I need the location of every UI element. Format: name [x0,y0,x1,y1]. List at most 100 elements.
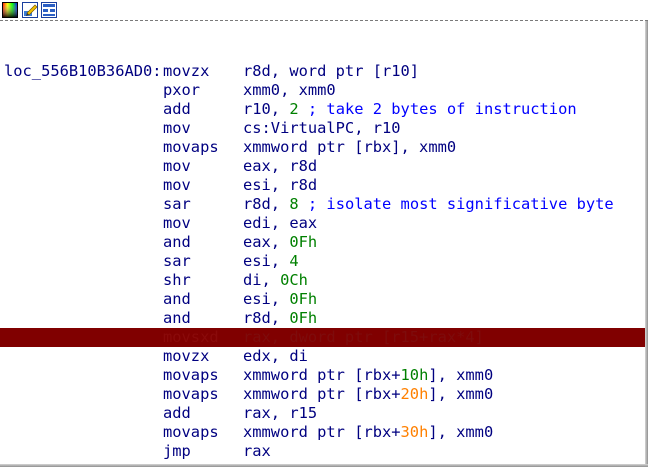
instruction-line[interactable]: movaps xmmword ptr [rbx+30h], xmm0 [0,423,645,442]
mnemonic[interactable]: add [163,404,191,423]
instruction-line[interactable]: and esi, 0Fh [0,290,645,309]
instruction-line[interactable]: mov esi, r8d [0,176,645,195]
operand-text: r8d, [243,309,290,327]
operands[interactable]: rax [243,442,271,461]
operands[interactable]: rax, r15 [243,404,317,423]
mnemonic[interactable]: movaps [163,385,219,404]
mnemonic[interactable]: movaps [163,138,219,157]
operand-text: r10, [243,100,290,118]
operand-text: edx, di [243,347,308,365]
immediate-value: 0Ch [280,271,308,289]
immediate-value: 0Fh [289,290,318,308]
operand-text: rax [243,442,271,460]
mnemonic[interactable]: and [163,309,191,328]
instruction-line[interactable]: jmp rax [0,442,645,461]
operands[interactable]: edi, eax [243,214,317,233]
operand-text: esi, [243,252,290,270]
instruction-line[interactable]: pxor xmm0, xmm0 [0,81,645,100]
mnemonic[interactable]: pxor [163,81,200,100]
instruction-line[interactable]: movzx r8d, word ptr [r10] [0,62,645,81]
operands[interactable]: xmm0, xmm0 [243,81,336,100]
instruction-line[interactable]: mov edi, eax [0,214,645,233]
instruction-line[interactable]: and eax, 0Fh [0,233,645,252]
immediate-value: 0Fh [289,233,318,251]
operands[interactable]: r8d, 8 ; isolate most significative byte [243,195,614,214]
instruction-line[interactable]: sar esi, 4 [0,252,645,271]
instruction-line[interactable]: mov cs:VirtualPC, r10 [0,119,645,138]
mnemonic[interactable]: add [163,100,191,119]
instruction-line[interactable]: shr di, 0Ch [0,271,645,290]
graph-overview-icon[interactable] [41,2,57,18]
operands[interactable]: r8d, word ptr [r10] [243,62,419,81]
operand-text: xmmword ptr [rbx+ [243,366,401,384]
operands[interactable]: rax, dword ptr [r15+rax*4] [243,328,484,347]
mnemonic[interactable]: and [163,290,191,309]
mnemonic[interactable]: shr [163,271,191,290]
operands[interactable]: cs:VirtualPC, r10 [243,119,401,138]
comment: ; isolate most significative byte [298,195,614,213]
instruction-line[interactable]: movaps xmmword ptr [rbx+20h], xmm0 [0,385,645,404]
operand-text: eax, [243,233,290,251]
operands[interactable]: r8d, 0Fh [243,309,317,328]
mnemonic[interactable]: and [163,233,191,252]
mnemonic[interactable]: movzx [163,62,209,81]
operand-text: esi, r8d [243,176,318,194]
instruction-line-highlighted[interactable]: movsxd rax, dword ptr [r15+rax*4] [0,328,645,347]
immediate-value: 20h [400,385,429,403]
operands[interactable]: esi, 0Fh [243,290,317,309]
mnemonic[interactable]: movzx [163,347,209,366]
operand-text: xmmword ptr [rbx+ [243,423,401,441]
operands[interactable]: di, 0Ch [243,271,308,290]
instruction-line[interactable]: movzx edx, di [0,347,645,366]
palette-icon[interactable] [2,2,18,18]
graph-node-titlebar [0,0,648,21]
operand-text: esi, [243,290,290,308]
operand-text: r8d, word ptr [r10] [243,62,420,80]
operands[interactable]: edx, di [243,347,308,366]
operands[interactable]: xmmword ptr [rbx+30h], xmm0 [243,423,493,442]
instruction-line[interactable]: movaps xmmword ptr [rbx+10h], xmm0 [0,366,645,385]
operands[interactable]: xmmword ptr [rbx], xmm0 [243,138,456,157]
operands[interactable]: eax, 0Fh [243,233,317,252]
operands[interactable]: esi, r8d [243,176,317,195]
immediate-value: 30h [400,423,429,441]
operand-text: r8d, [243,195,290,213]
operand-text: di, [243,271,281,289]
instruction-line[interactable]: movaps xmmword ptr [rbx], xmm0 [0,138,645,157]
immediate-value: 8 [289,195,299,213]
instruction-line[interactable]: mov eax, r8d [0,157,645,176]
operand-text: rax, r15 [243,404,318,422]
operands[interactable]: eax, r8d [243,157,317,176]
code-label-line[interactable]: loc_556B10B36AD0: [0,43,645,80]
mnemonic[interactable]: mov [163,119,191,138]
instruction-line[interactable]: add r10, 2 ; take 2 bytes of instruction [0,100,645,119]
operands[interactable]: r10, 2 ; take 2 bytes of instruction [243,100,577,119]
mnemonic[interactable]: jmp [163,442,191,461]
disassembly-listing[interactable]: loc_556B10B36AD0: movzx r8d, word ptr [r1… [0,21,645,464]
operand-text: cs:VirtualPC, r10 [243,119,401,137]
operand-text: ], xmm0 [428,423,494,441]
operand-text: ], xmm0 [428,385,494,403]
operand-text: xmmword ptr [rbx+ [243,385,401,403]
mnemonic[interactable]: sar [163,252,191,271]
instruction-line[interactable]: add rax, r15 [0,404,645,423]
edit-icon[interactable] [22,2,38,18]
immediate-value: 2 [289,100,299,118]
operand-text: xmm0, xmm0 [243,81,336,99]
mnemonic[interactable]: mov [163,176,191,195]
mnemonic[interactable]: sar [163,195,191,214]
operands[interactable]: xmmword ptr [rbx+20h], xmm0 [243,385,493,404]
operands[interactable]: xmmword ptr [rbx+10h], xmm0 [243,366,493,385]
mnemonic[interactable]: movaps [163,423,219,442]
comment: ; take 2 bytes of instruction [298,100,577,118]
operands[interactable]: esi, 4 [243,252,299,271]
instruction-line[interactable]: sar r8d, 8 ; isolate most significative b… [0,195,645,214]
mnemonic[interactable]: movaps [163,366,219,385]
mnemonic[interactable]: mov [163,157,191,176]
instruction-line[interactable]: and r8d, 0Fh [0,309,645,328]
operand-text: ], xmm0 [428,366,494,384]
mnemonic[interactable]: movsxd [163,328,219,347]
mnemonic[interactable]: mov [163,214,191,233]
immediate-value: 0Fh [289,309,318,327]
operand-text: eax, r8d [243,157,318,175]
